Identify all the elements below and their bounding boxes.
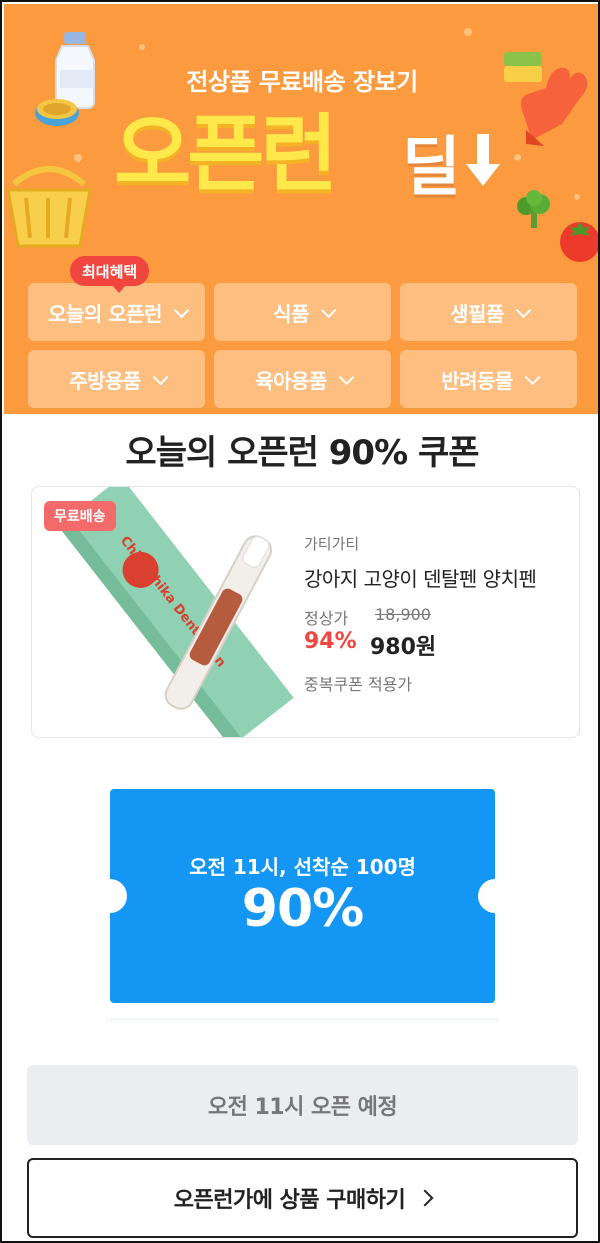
hero-title-main: 오픈런 <box>114 105 338 203</box>
original-price: 18,900 <box>375 605 431 624</box>
category-pet[interactable]: 반려동물 <box>400 350 577 408</box>
sale-price: 980원 <box>370 635 437 660</box>
hero-subtitle: 전상품 무료배송 장보기 <box>186 68 418 96</box>
coupon-note: 중복쿠폰 적용가 <box>304 675 413 694</box>
category-food[interactable]: 식품 <box>214 283 391 341</box>
category-baby[interactable]: 육아용품 <box>214 350 391 408</box>
best-benefit-badge: 최대혜택 <box>70 256 150 293</box>
down-arrow-icon <box>466 134 500 186</box>
original-price-label: 정상가 <box>304 609 349 628</box>
product-brand: 가티가티 <box>304 535 360 553</box>
free-shipping-badge: 무료배송 <box>44 501 116 531</box>
category-label: 식품 <box>273 301 309 326</box>
can-icon <box>35 99 79 126</box>
category-daily-goods[interactable]: 생필품 <box>400 283 577 341</box>
category-label: 육아용품 <box>255 368 327 393</box>
chevron-down-icon <box>173 302 190 318</box>
buy-button[interactable]: 오픈런가에 상품 구매하기 <box>27 1158 578 1238</box>
category-label: 반려동물 <box>441 368 513 393</box>
ticket-shadow <box>105 1018 499 1026</box>
chevron-down-icon <box>524 369 541 385</box>
tomato-icon <box>560 222 598 262</box>
basket-icon <box>6 166 92 248</box>
page-frame: 전상품 무료배송 장보기 오픈런 딜 최대혜택 오늘의 오픈런 식품 생필품 주… <box>0 0 600 1243</box>
open-scheduled-button[interactable]: 오전 11시 오픈 예정 <box>27 1065 578 1145</box>
product-card[interactable]: 무료배송 ChikaChika DentalPen 가티가티 강아지 고양이 덴… <box>31 486 580 738</box>
confetti-dot <box>514 154 521 161</box>
product-name[interactable]: 강아지 고양이 덴탈펜 양치펜 <box>304 563 537 592</box>
chevron-down-icon <box>320 302 337 318</box>
confetti-dot <box>139 44 145 50</box>
discount-rate: 94% <box>304 629 357 654</box>
confetti-dot <box>464 28 472 36</box>
chevron-down-icon <box>515 302 532 318</box>
coupon-condition: 오전 11시, 선착순 100명 <box>189 855 416 879</box>
coupon-ticket: 오전 11시, 선착순 100명 90% <box>93 789 512 1003</box>
chevron-down-icon <box>338 369 355 385</box>
category-kitchen[interactable]: 주방용품 <box>28 350 205 408</box>
buy-button-label: 오픈런가에 상품 구매하기 <box>173 1188 406 1213</box>
chevron-down-icon <box>152 369 169 385</box>
chevron-right-icon <box>416 1189 434 1207</box>
category-label: 오늘의 오픈런 <box>48 301 162 326</box>
broccoli-icon <box>517 190 550 228</box>
hero-title: 오픈런 딜 <box>114 104 504 224</box>
category-label: 주방용품 <box>69 368 141 393</box>
hero-title-deal: 딜 <box>402 131 461 205</box>
confetti-dot <box>574 194 580 200</box>
category-label: 생필품 <box>450 301 504 326</box>
coupon-rate: 90% <box>241 879 364 939</box>
section-title: 오늘의 오픈런 90% 쿠폰 <box>125 433 479 473</box>
